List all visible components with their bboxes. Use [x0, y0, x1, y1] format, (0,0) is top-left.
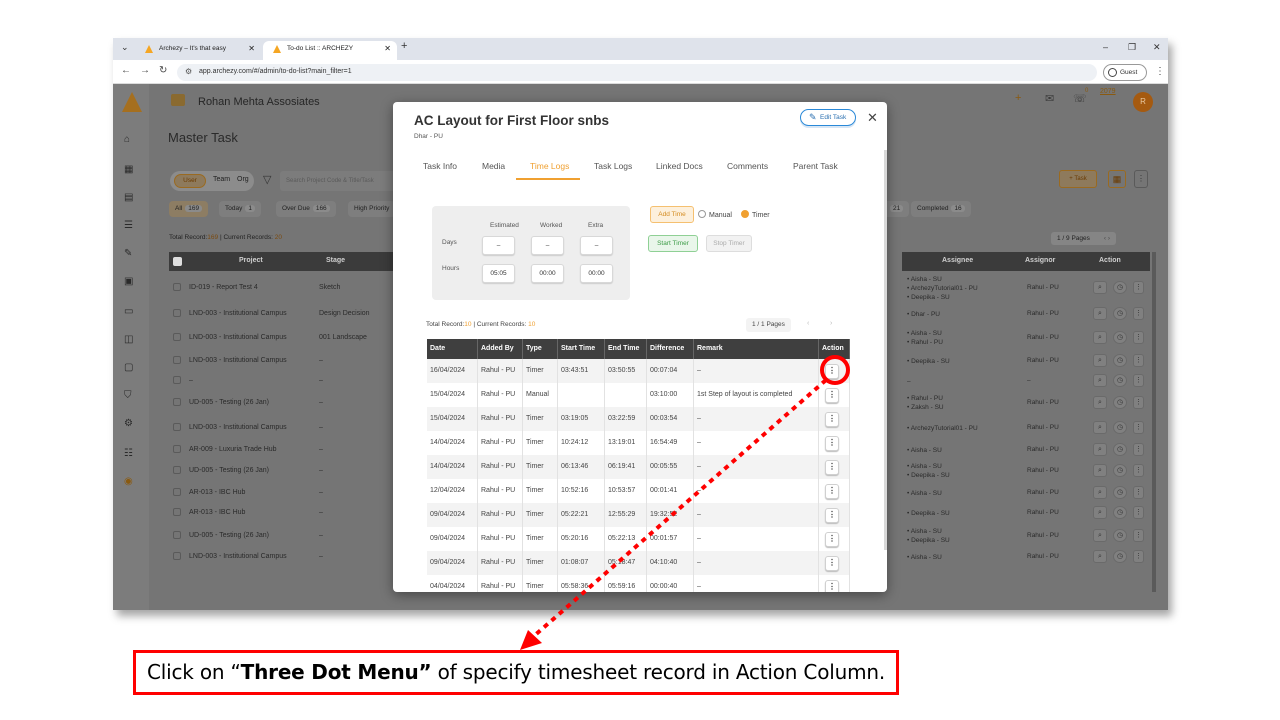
instruction-bold: Three Dot Menu” — [240, 660, 432, 684]
instruction-callout: Click on “Three Dot Menu” of specify tim… — [133, 650, 899, 695]
callout-arrow — [520, 378, 828, 650]
instruction-suffix: of specify timesheet record in Action Co… — [431, 660, 886, 684]
instruction-prefix: Click on “ — [147, 660, 241, 684]
callout-dotted-line — [532, 378, 828, 638]
slide: ⌄ Archezy – It's that easy ✕ To-do List … — [0, 0, 1280, 720]
